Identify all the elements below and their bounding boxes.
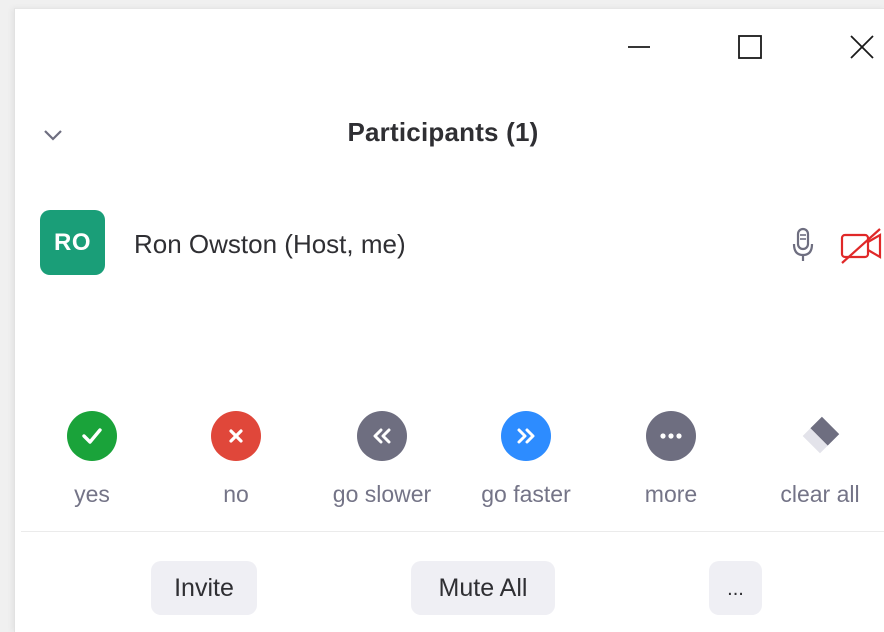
participant-row[interactable]: RO Ron Owston (Host, me) <box>15 199 884 279</box>
eraser-icon <box>795 411 845 461</box>
feedback-go-slower-button[interactable]: go slower <box>312 411 452 508</box>
feedback-label: more <box>644 481 698 507</box>
avatar: RO <box>40 210 105 275</box>
rewind-icon <box>357 411 407 461</box>
panel-title: Participants (1) <box>347 117 539 147</box>
feedback-label: clear all <box>780 481 860 507</box>
minimize-button[interactable] <box>619 27 659 67</box>
feedback-label: go slower <box>332 481 432 507</box>
nonverbal-feedback-bar: yes no go slower go faster more clear al… <box>15 411 884 521</box>
microphone-icon[interactable] <box>789 225 817 265</box>
participants-window: Participants (1) RO Ron Owston (Host, me… <box>14 8 884 632</box>
feedback-label: yes <box>74 481 110 507</box>
minimize-icon <box>628 46 650 48</box>
more-options-button[interactable]: ... <box>709 561 762 615</box>
ellipsis-icon <box>646 411 696 461</box>
maximize-button[interactable] <box>730 27 770 67</box>
feedback-no-button[interactable]: no <box>166 411 306 508</box>
participant-name: Ron Owston (Host, me) <box>134 229 406 259</box>
feedback-more-button[interactable]: more <box>601 411 741 508</box>
feedback-label: no <box>223 481 249 507</box>
invite-button[interactable]: Invite <box>151 561 257 615</box>
check-icon <box>67 411 117 461</box>
x-icon <box>211 411 261 461</box>
feedback-clear-all-button[interactable]: clear all <box>750 411 884 508</box>
fast-forward-icon <box>501 411 551 461</box>
video-off-icon[interactable] <box>838 225 884 265</box>
maximize-icon <box>738 35 762 59</box>
divider <box>21 531 884 532</box>
close-icon <box>850 35 874 59</box>
feedback-label: go faster <box>481 481 571 507</box>
feedback-yes-button[interactable]: yes <box>22 411 162 508</box>
feedback-go-faster-button[interactable]: go faster <box>456 411 596 508</box>
close-button[interactable] <box>842 27 882 67</box>
mute-all-button[interactable]: Mute All <box>411 561 555 615</box>
